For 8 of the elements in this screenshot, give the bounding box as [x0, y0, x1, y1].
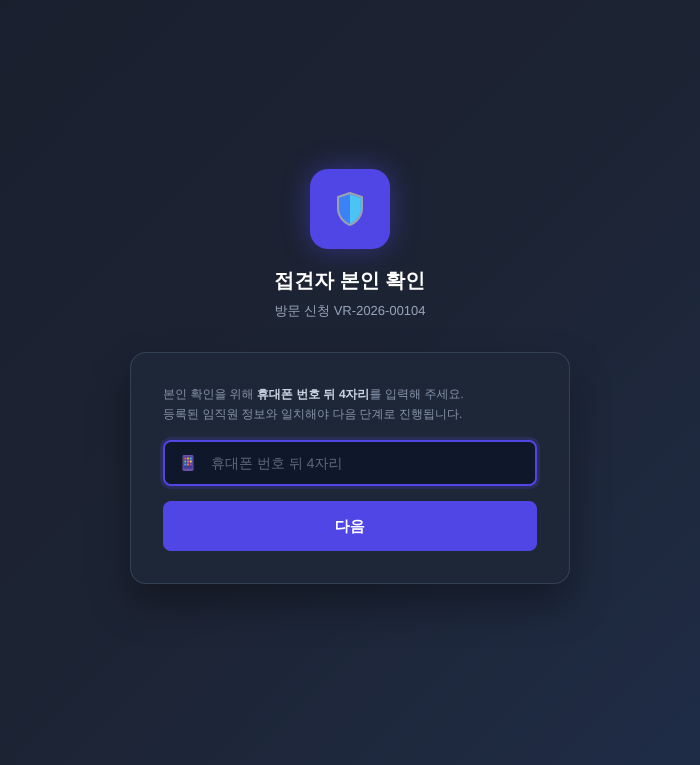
phone-digits-field[interactable]: 휴대폰 번호 뒤 4자리	[163, 440, 537, 486]
instruction-text: 본인 확인을 위해 휴대폰 번호 뒤 4자리를 입력해 주세요.	[163, 386, 465, 403]
shield-icon	[310, 169, 390, 249]
next-button[interactable]: 다음	[163, 501, 537, 551]
request-number: 방문 신청 VR-2026-00104	[274, 302, 426, 320]
instruction-text: 등록된 임직원 정보와 일치해야 다음 단계로 진행됩니다.	[163, 406, 464, 423]
phone-icon	[182, 455, 194, 471]
page-title: 접견자 본인 확인	[274, 269, 426, 294]
